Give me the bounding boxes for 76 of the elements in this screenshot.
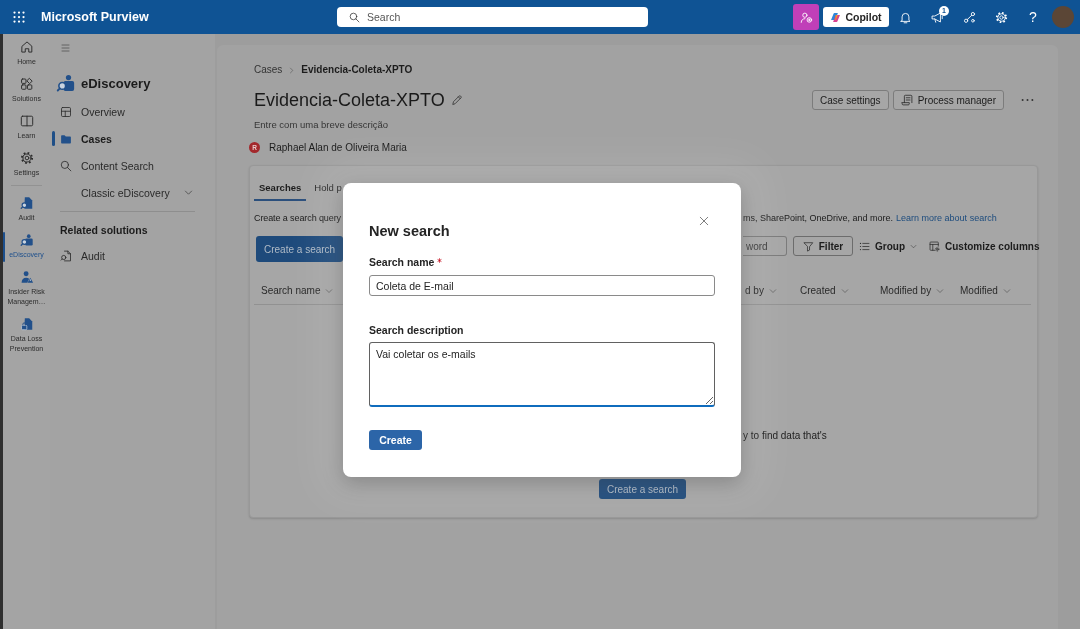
sidebar-item[interactable]: Content Search (60, 152, 205, 179)
filter-button[interactable]: Filter (793, 236, 853, 256)
pencil-icon[interactable] (450, 94, 463, 106)
help-button[interactable]: ? (1029, 9, 1037, 25)
home-icon (19, 40, 34, 54)
chevron-down-icon (840, 287, 849, 295)
intro-text: ms, SharePoint, OneDrive, and more. Learn more about search (743, 212, 997, 224)
document-search-icon (19, 196, 34, 210)
column-header[interactable]: Modified by (880, 285, 945, 297)
case-description: Entre com uma breve descrição (253, 119, 389, 131)
search-icon (60, 159, 72, 172)
chevron-down-icon (910, 242, 917, 250)
process-manager-button[interactable]: Process manager (892, 90, 1004, 110)
table-settings-icon (929, 240, 940, 252)
sidebar-item[interactable]: Overview (60, 98, 205, 125)
settings-icon[interactable] (994, 10, 1008, 24)
section-heading: Related solutions (60, 223, 148, 237)
chevron-right-icon (288, 66, 296, 74)
create-button[interactable]: Create (369, 430, 422, 450)
copilot-logo-icon (830, 11, 842, 23)
chevron-down-icon (768, 287, 777, 295)
dialog-title: New search (369, 222, 450, 241)
document-lock-icon (19, 317, 34, 331)
copilot-button[interactable]: Copilot (823, 7, 889, 27)
megaphone-icon[interactable] (930, 10, 944, 24)
case-search-icon (55, 73, 77, 93)
column-header[interactable]: Search name (261, 285, 334, 297)
column-header[interactable]: Created (800, 285, 849, 297)
list-icon (859, 240, 870, 252)
create-search-button[interactable]: Create a search (256, 236, 344, 262)
description-textarea[interactable]: Vai coletar os e-mails (369, 342, 715, 407)
network-icon[interactable] (962, 10, 976, 24)
case-settings-button[interactable]: Case settings (812, 90, 889, 110)
field-label: Search description (369, 324, 464, 336)
intro-text: Create a search query (254, 212, 341, 224)
sidebar-item[interactable]: Classic eDiscovery (60, 179, 205, 206)
filter-icon (802, 240, 814, 252)
empty-state-text: y to find data that's (743, 430, 827, 442)
chevron-down-icon (325, 287, 334, 295)
breadcrumb-link[interactable]: Cases (254, 64, 283, 76)
document-search-icon (60, 249, 72, 262)
agents-button[interactable] (793, 4, 819, 30)
scroll-icon (900, 94, 913, 106)
sidebar-item[interactable]: Audit (60, 242, 205, 269)
learn-more-link[interactable]: Learn more about search (896, 213, 997, 223)
settings-icon (19, 151, 34, 165)
create-search-button[interactable]: Create a search (599, 479, 686, 499)
folder-icon (60, 132, 72, 145)
owner-name: Raphael Alan de Oliveira Maria (269, 141, 407, 153)
chevron-down-icon (1002, 287, 1011, 295)
column-header[interactable]: d by (745, 285, 777, 297)
layout-icon (60, 105, 72, 118)
book-icon (19, 114, 34, 128)
keyword-field[interactable]: word (743, 236, 787, 256)
field-label: Search name (369, 256, 435, 268)
search-field[interactable]: Search (337, 7, 648, 27)
tab[interactable]: Searches (254, 175, 307, 201)
text-input[interactable]: Coleta de E-mail (369, 275, 715, 296)
customize-columns-button[interactable]: Customize columns (929, 236, 1040, 256)
chevron-down-icon (936, 287, 945, 295)
apps-icon (19, 77, 34, 91)
app-name: Microsoft Purview (41, 10, 149, 24)
close-icon[interactable] (699, 216, 709, 226)
case-search-icon (19, 233, 34, 247)
search-icon (349, 11, 360, 23)
case-title: Evidencia-Coleta-XPTO (254, 89, 445, 112)
tab[interactable]: Hold p (309, 175, 347, 201)
people-icon (799, 10, 813, 24)
breadcrumb-current: Evidencia-Coleta-XPTO (301, 64, 413, 76)
bell-icon[interactable] (898, 10, 912, 24)
section-title: eDiscovery (81, 75, 151, 91)
column-header[interactable]: Modified (960, 285, 1011, 297)
person-warning-icon (19, 270, 34, 284)
group-button[interactable]: Group (859, 236, 917, 256)
waffle-icon[interactable] (13, 11, 25, 23)
more-icon[interactable] (1021, 98, 1034, 102)
